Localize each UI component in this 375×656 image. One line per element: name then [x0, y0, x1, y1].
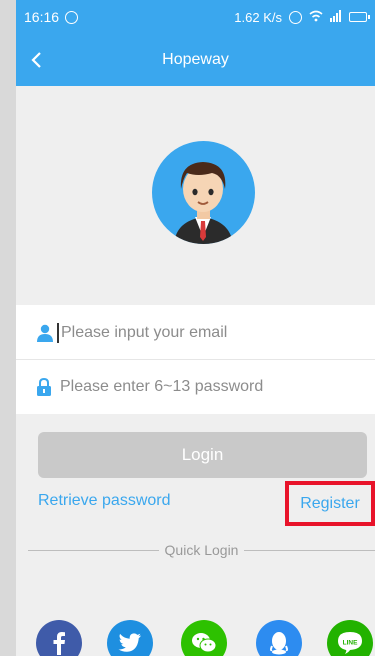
register-link[interactable]: Register — [300, 495, 360, 513]
alarm-icon — [289, 10, 302, 24]
avatar — [152, 141, 255, 244]
email-input[interactable] — [61, 323, 351, 342]
sync-icon — [65, 10, 79, 24]
nav-bar: Hopeway — [16, 34, 375, 86]
wechat-icon — [192, 633, 217, 653]
status-bar: 16:16 1.62 K/s — [16, 0, 375, 34]
text-cursor — [57, 322, 59, 343]
line-icon: LINE — [338, 632, 362, 654]
chevron-left-icon — [31, 52, 41, 68]
divider-line-right — [244, 549, 375, 551]
login-button[interactable]: Login — [38, 432, 367, 478]
email-field[interactable] — [16, 305, 375, 360]
register-highlight: Register — [285, 481, 375, 526]
facebook-icon — [53, 632, 65, 655]
battery-icon — [349, 12, 370, 22]
status-time: 16:16 — [24, 9, 60, 25]
wechat-login-button[interactable] — [181, 620, 227, 656]
lock-icon — [37, 378, 51, 396]
network-speed: 1.62 K/s — [234, 9, 282, 25]
password-input[interactable] — [60, 378, 350, 396]
twitter-icon — [118, 633, 141, 652]
password-field[interactable] — [16, 359, 375, 414]
app-screen: 16:16 1.62 K/s Hopeway Please input your… — [16, 0, 375, 656]
qq-login-button[interactable] — [256, 620, 302, 656]
line-login-button[interactable]: LINE — [327, 620, 373, 656]
divider-line-left — [28, 549, 159, 551]
qq-icon — [270, 632, 288, 655]
twitter-login-button[interactable] — [107, 620, 153, 656]
svg-text:LINE: LINE — [343, 640, 358, 647]
page-title: Hopeway — [162, 51, 229, 68]
wifi-icon — [309, 10, 323, 25]
retrieve-password-link[interactable]: Retrieve password — [38, 492, 171, 510]
back-button[interactable] — [30, 34, 66, 86]
signal-icon — [330, 9, 342, 25]
facebook-login-button[interactable] — [36, 620, 82, 656]
quick-login-label: Quick Login — [164, 542, 239, 558]
user-icon — [37, 324, 53, 342]
quick-login-divider: Quick Login — [28, 540, 375, 560]
